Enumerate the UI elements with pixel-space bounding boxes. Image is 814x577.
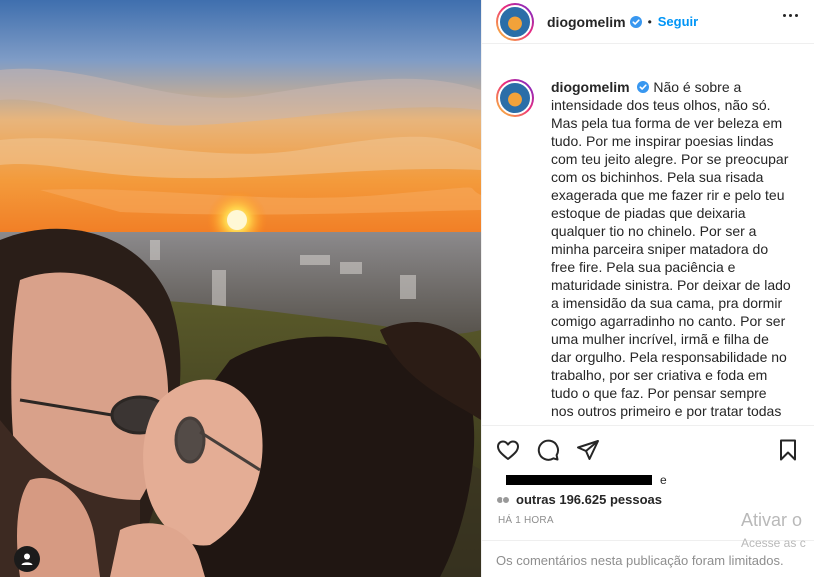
post-side-panel: diogomelim • Seguir diogomelim Não é sob… xyxy=(481,0,814,577)
user-tag-button[interactable] xyxy=(14,546,40,572)
likes-section: e outras 196.625 pessoas xyxy=(496,472,800,507)
caption-body: Não é sobre a intensidade dos teus olhos… xyxy=(551,79,791,425)
verified-badge-icon xyxy=(629,15,642,28)
bookmark-icon[interactable] xyxy=(776,438,800,462)
post-header: diogomelim • Seguir xyxy=(482,0,814,44)
post-timestamp[interactable]: HÁ 1 HORA xyxy=(498,515,554,526)
follow-button[interactable]: Seguir xyxy=(658,14,698,29)
caption-row: diogomelim Não é sobre a intensidade dos… xyxy=(496,78,800,425)
likes-connector: e xyxy=(660,473,667,487)
comments-limited-notice: Os comentários nesta publicação foram li… xyxy=(482,540,814,577)
action-bar xyxy=(496,432,800,468)
caption-author-avatar[interactable] xyxy=(496,79,534,117)
user-tag-icon xyxy=(20,552,34,566)
separator-dot: • xyxy=(647,14,652,29)
caption-area[interactable]: diogomelim Não é sobre a intensidade dos… xyxy=(482,44,814,426)
caption: diogomelim Não é sobre a intensidade dos… xyxy=(551,78,791,425)
caption-username[interactable]: diogomelim xyxy=(551,79,630,95)
heart-icon[interactable] xyxy=(496,438,520,462)
liker-avatars xyxy=(496,495,510,504)
sunset-kiss-photo xyxy=(0,0,481,577)
author-avatar[interactable] xyxy=(496,2,534,41)
more-options-icon[interactable] xyxy=(783,14,798,17)
redacted-liker-name xyxy=(506,475,652,485)
likes-others-count[interactable]: outras 196.625 pessoas xyxy=(516,492,662,507)
comment-bubble-icon[interactable] xyxy=(536,438,560,462)
caption-verified-badge-icon xyxy=(637,81,650,93)
post-photo[interactable] xyxy=(0,0,481,577)
author-username[interactable]: diogomelim xyxy=(547,14,626,30)
paper-plane-icon[interactable] xyxy=(576,438,600,462)
